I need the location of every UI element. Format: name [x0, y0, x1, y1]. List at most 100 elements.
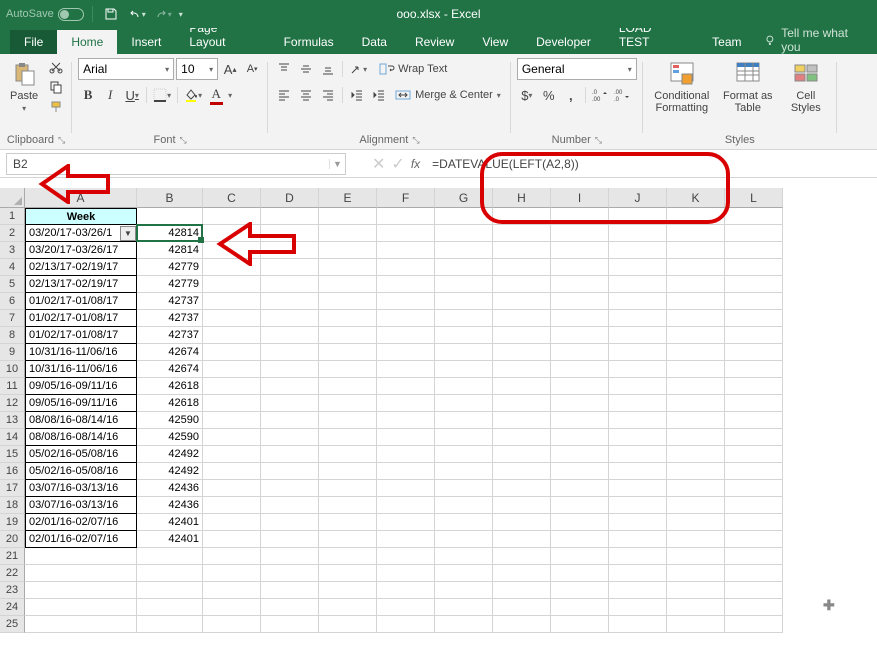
cell[interactable] [725, 310, 783, 327]
font-size-select[interactable]: 10▾ [176, 58, 218, 80]
dropdown-arrow-icon[interactable]: ▼ [120, 226, 136, 241]
undo-button[interactable]: ▾ [127, 5, 147, 23]
cell[interactable] [319, 616, 377, 633]
cell[interactable] [377, 361, 435, 378]
tab-home[interactable]: Home [57, 30, 117, 54]
cell[interactable]: 42737 [137, 327, 203, 344]
cell[interactable] [435, 531, 493, 548]
cell[interactable] [551, 242, 609, 259]
cell[interactable]: 03/20/17-03/26/17 [25, 242, 137, 259]
cell[interactable] [203, 327, 261, 344]
cell[interactable] [667, 616, 725, 633]
increase-decimal-button[interactable]: .0.00 [590, 84, 610, 106]
cell[interactable] [493, 242, 551, 259]
cell[interactable] [377, 480, 435, 497]
cell[interactable] [493, 361, 551, 378]
cell[interactable] [435, 412, 493, 429]
cell[interactable]: 09/05/16-09/11/16 [25, 378, 137, 395]
cell[interactable] [319, 327, 377, 344]
cell[interactable] [493, 395, 551, 412]
row-header[interactable]: 19 [0, 514, 25, 531]
cell[interactable] [667, 514, 725, 531]
name-box[interactable]: B2 [7, 157, 37, 171]
cell[interactable] [377, 531, 435, 548]
cell[interactable] [493, 480, 551, 497]
cell[interactable] [725, 429, 783, 446]
cell[interactable] [377, 276, 435, 293]
cell[interactable] [319, 531, 377, 548]
cell[interactable] [203, 395, 261, 412]
cell[interactable] [493, 463, 551, 480]
column-header[interactable]: I [551, 188, 609, 208]
paste-button[interactable]: Paste ▾ [6, 58, 42, 115]
tab-team[interactable]: Team [698, 30, 755, 54]
column-header[interactable]: K [667, 188, 725, 208]
cell[interactable] [725, 412, 783, 429]
cell[interactable] [667, 259, 725, 276]
cell[interactable] [609, 276, 667, 293]
row-header[interactable]: 13 [0, 412, 25, 429]
cell[interactable] [551, 548, 609, 565]
cell[interactable]: 01/02/17-01/08/17 [25, 327, 137, 344]
row-header[interactable]: 21 [0, 548, 25, 565]
cell[interactable]: 42436 [137, 480, 203, 497]
cell[interactable]: 03/07/16-03/13/16 [25, 480, 137, 497]
cell[interactable] [203, 276, 261, 293]
row-header[interactable]: 7 [0, 310, 25, 327]
cell[interactable] [435, 310, 493, 327]
cell[interactable] [435, 599, 493, 616]
cell[interactable] [261, 599, 319, 616]
tab-review[interactable]: Review [401, 30, 468, 54]
percent-button[interactable]: % [539, 84, 559, 106]
cell[interactable] [435, 395, 493, 412]
cell[interactable] [203, 429, 261, 446]
cell[interactable] [667, 548, 725, 565]
select-all-corner[interactable] [0, 188, 25, 208]
underline-button[interactable]: U▾ [122, 84, 142, 106]
cell[interactable] [725, 395, 783, 412]
cell[interactable]: 42674 [137, 344, 203, 361]
cell[interactable] [319, 429, 377, 446]
cell[interactable] [551, 412, 609, 429]
dialog-launcher-icon[interactable]: ⤡ [58, 135, 65, 146]
row-header[interactable]: 22 [0, 565, 25, 582]
cell[interactable] [551, 276, 609, 293]
cell[interactable] [435, 565, 493, 582]
cell[interactable] [493, 344, 551, 361]
orientation-button[interactable]: ▾ [347, 58, 369, 80]
cell[interactable] [667, 395, 725, 412]
row-header[interactable]: 6 [0, 293, 25, 310]
cell[interactable]: 42618 [137, 378, 203, 395]
formula-input[interactable]: =DATEVALUE(LEFT(A2,8)) [426, 153, 871, 175]
cell[interactable] [609, 582, 667, 599]
cell[interactable] [725, 582, 783, 599]
cell[interactable] [377, 259, 435, 276]
cell[interactable] [203, 582, 261, 599]
cell[interactable] [609, 242, 667, 259]
cell[interactable]: 05/02/16-05/08/16 [25, 446, 137, 463]
cell[interactable] [493, 225, 551, 242]
align-right-button[interactable] [318, 84, 338, 106]
comma-button[interactable]: , [561, 84, 581, 106]
cell[interactable] [725, 531, 783, 548]
cell[interactable] [25, 582, 137, 599]
cell[interactable] [551, 582, 609, 599]
fx-button[interactable]: fx [411, 157, 420, 171]
font-name-select[interactable]: Arial▾ [78, 58, 174, 80]
cell[interactable] [261, 361, 319, 378]
cell[interactable] [319, 242, 377, 259]
wrap-text-button[interactable]: Wrap Text [379, 58, 447, 80]
cell[interactable] [493, 565, 551, 582]
cell[interactable] [667, 446, 725, 463]
cell[interactable] [261, 497, 319, 514]
column-header[interactable]: B [137, 188, 203, 208]
row-header[interactable]: 15 [0, 446, 25, 463]
cell[interactable] [551, 361, 609, 378]
tab-developer[interactable]: Developer [522, 30, 605, 54]
cell[interactable] [137, 208, 203, 225]
align-left-button[interactable] [274, 84, 294, 106]
tab-file[interactable]: File [10, 30, 57, 54]
cell[interactable] [435, 361, 493, 378]
cell[interactable] [609, 480, 667, 497]
cell[interactable] [377, 225, 435, 242]
